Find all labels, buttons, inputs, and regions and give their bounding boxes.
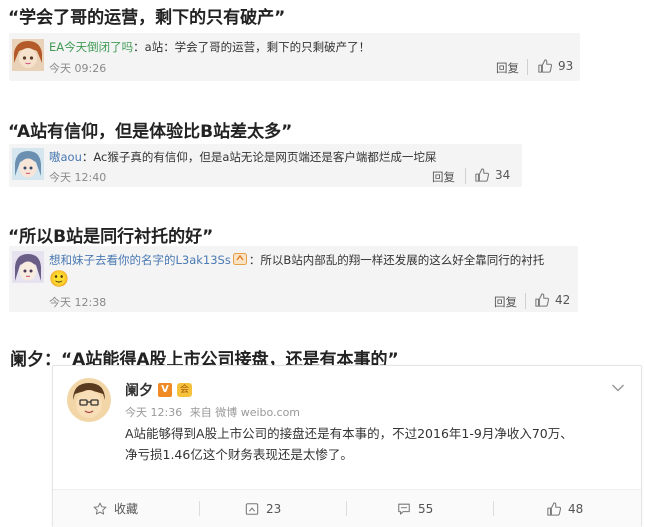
comment-time: 今天 09:26 (49, 62, 107, 75)
section1-heading: “学会了哥的运营，剩下的只有破产” (8, 8, 286, 28)
member-badge-icon: 会 (177, 383, 192, 397)
reply-button[interactable]: 回复 (432, 169, 455, 185)
divider (465, 168, 466, 184)
avatar[interactable] (12, 251, 44, 283)
comment-card-3: 想和妹子去看你的名字的L3ak13Ss ：所以B站内部乱的翔一样还发展的这么好全靠… (9, 246, 578, 312)
post-body-line: A站能够得到A股上市公司的接盘还是有本事的，不过2016年1-9月净收入70万、 (125, 426, 573, 441)
like-button[interactable]: 48 (547, 490, 583, 527)
comment-text: 想和妹子去看你的名字的L3ak13Ss ：所以B站内部乱的翔一样还发展的这么好全靠… (49, 252, 544, 268)
repost-button[interactable]: 23 (245, 490, 281, 527)
like-button[interactable]: 34 (475, 168, 510, 182)
author-avatar[interactable] (67, 378, 111, 422)
thumbs-up-icon (475, 168, 489, 182)
divider (493, 501, 494, 516)
like-button[interactable]: 93 (538, 59, 573, 73)
reply-button[interactable]: 回复 (494, 294, 517, 310)
comment-body: ：Ac猴子真的有信仰，但是a站无论是网页端还是客户端都烂成一坨屎 (81, 150, 437, 164)
comment-time: 今天 12:40 (49, 171, 107, 184)
author-name[interactable]: 阑夕 (125, 380, 153, 400)
post-source[interactable]: 来自 微博 weibo.com (190, 406, 300, 419)
repost-icon (245, 502, 259, 515)
chevron-down-icon[interactable] (611, 378, 625, 397)
verified-icon: V (158, 383, 172, 397)
comment-body: ：所以B站内部乱的翔一样还发展的这么好全靠同行的衬托 (248, 253, 545, 267)
post-body-line: 净亏损1.46亿这个财务表现还是太惨了。 (125, 447, 353, 462)
weibo-post-card: 阑夕 V 会 今天 12:36 来自 微博 weibo.com A站能够得到A股… (52, 365, 642, 527)
section3-heading: “所以B站是同行衬托的好” (8, 227, 214, 247)
like-count: 34 (495, 168, 511, 182)
thumbs-up-icon (547, 501, 561, 516)
thumbs-up-icon (538, 59, 552, 73)
avatar[interactable] (12, 148, 44, 180)
post-meta: 今天 12:36 来自 微博 weibo.com (125, 404, 300, 420)
comment-icon (398, 503, 410, 515)
comment-card-2: 嗷aou：Ac猴子真的有信仰，但是a站无论是网页端还是客户端都烂成一坨屎 今天 … (9, 144, 522, 187)
repost-count: 23 (266, 501, 282, 516)
fan-badge-icon (232, 253, 247, 265)
username-link[interactable]: 嗷aou (49, 150, 82, 164)
comment-time: 今天 12:38 (49, 296, 107, 309)
favorite-label: 收藏 (114, 502, 139, 516)
username-link[interactable]: 想和妹子去看你的名字的L3ak13Ss (49, 253, 231, 267)
smile-emoji-icon: 🙂 (49, 269, 69, 288)
comment-button[interactable]: 55 (397, 490, 433, 527)
divider (199, 501, 200, 516)
like-count: 93 (558, 59, 574, 73)
post-body: A站能够得到A股上市公司的接盘还是有本事的，不过2016年1-9月净收入70万、… (125, 423, 573, 465)
comment-card-1: EA今天倒闭了吗：a站：学会了哥的运营，剩下的只剩破产了！ 今天 09:26 回… (9, 33, 580, 81)
star-icon (93, 502, 107, 515)
section2-heading: “A站有信仰，但是体验比B站差太多” (8, 122, 293, 142)
thumbs-up-icon (535, 293, 549, 307)
comment-text: EA今天倒闭了吗：a站：学会了哥的运营，剩下的只剩破产了！ (49, 39, 370, 55)
reply-button[interactable]: 回复 (496, 60, 519, 76)
post-action-bar: 收藏 23 55 48 (53, 489, 641, 527)
divider (527, 59, 528, 75)
divider (346, 501, 347, 516)
like-count: 42 (555, 293, 571, 307)
comment-count: 55 (418, 501, 434, 516)
like-count: 48 (568, 501, 584, 516)
comment-body: ：a站：学会了哥的运营，剩下的只剩破产了！ (133, 40, 371, 54)
author-line: 阑夕 V 会 (125, 380, 192, 400)
favorite-button[interactable]: 收藏 (93, 490, 138, 527)
post-time[interactable]: 今天 12:36 (125, 406, 182, 419)
like-button[interactable]: 42 (535, 293, 570, 307)
divider (525, 293, 526, 309)
comment-text: 嗷aou：Ac猴子真的有信仰，但是a站无论是网页端还是客户端都烂成一坨屎 (49, 149, 436, 165)
username-link[interactable]: EA今天倒闭了吗 (49, 40, 133, 54)
avatar[interactable] (12, 39, 44, 71)
